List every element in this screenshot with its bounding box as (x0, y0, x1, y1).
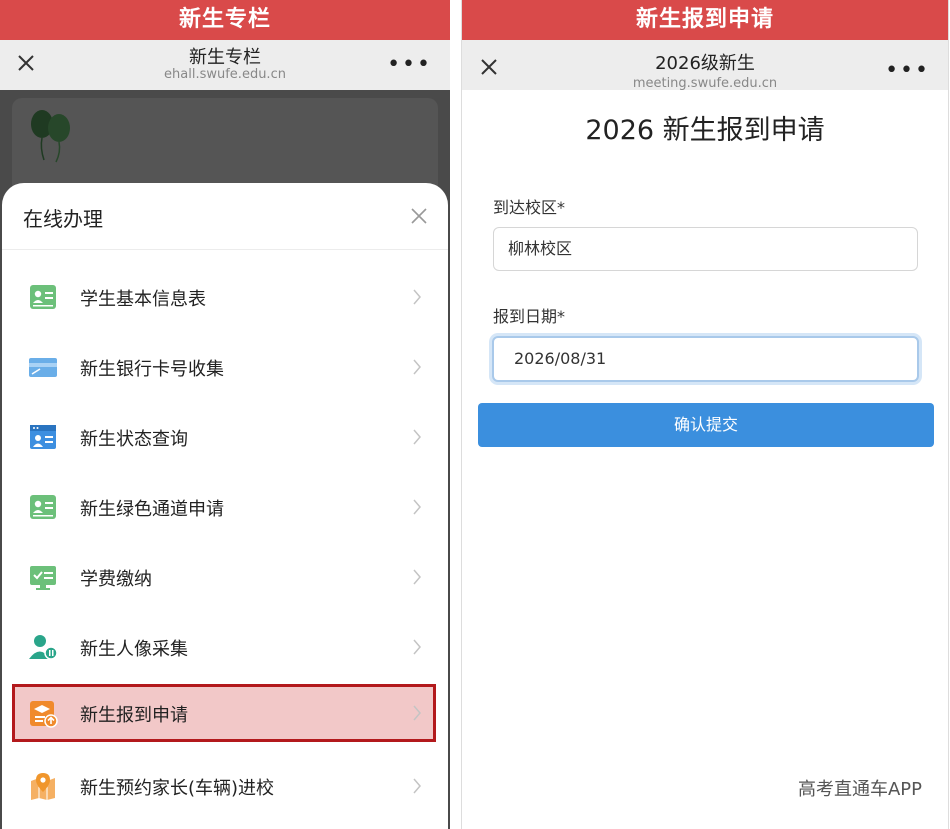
service-item-label: 新生预约家长(车辆)进校 (80, 778, 275, 799)
left-caption-banner: 新生专栏 (0, 0, 450, 40)
more-menu-icon[interactable]: ••• (885, 60, 930, 82)
chevron-right-icon (413, 705, 421, 721)
page-title: 2026级新生 (655, 53, 755, 74)
bank-card-icon (29, 358, 57, 377)
sheet-title: 在线办理 (23, 207, 103, 231)
graduation-upload-icon (30, 701, 58, 728)
right-navbar: 2026级新生 meeting.swufe.edu.cn ••• (462, 40, 948, 91)
person-portrait-icon (29, 635, 58, 660)
map-pin-icon (31, 773, 55, 800)
sheet-header: 在线办理 (2, 183, 448, 250)
service-item[interactable]: 学费缴纳 (12, 548, 436, 606)
watermark: 高考直通车APP (797, 779, 922, 800)
service-item[interactable]: 新生报到申请 (12, 684, 436, 742)
balloons-icon (31, 110, 70, 163)
chevron-right-icon (413, 569, 421, 585)
left-screen: 新生专栏 新生专栏 ehall.swufe.edu.cn ••• 在线办理 学生… (0, 0, 450, 829)
service-item[interactable]: 新生预约家长(车辆)进校 (12, 757, 436, 815)
chevron-right-icon (413, 359, 421, 375)
chevron-right-icon (413, 639, 421, 655)
form-title: 2026 新生报到申请 (585, 115, 825, 146)
service-item[interactable]: 新生人像采集 (12, 618, 436, 676)
date-field[interactable]: 2026/08/31 (492, 336, 919, 382)
chevron-right-icon (413, 499, 421, 515)
chevron-right-icon (413, 429, 421, 445)
service-item-label: 新生银行卡号收集 (80, 359, 224, 380)
more-menu-icon[interactable]: ••• (387, 54, 432, 76)
left-navbar: 新生专栏 ehall.swufe.edu.cn ••• (0, 40, 450, 90)
browser-window-icon (30, 425, 56, 449)
campus-label: 到达校区* (493, 198, 566, 217)
service-item-label: 新生人像采集 (80, 639, 188, 660)
right-screen: 新生报到申请 2026级新生 meeting.swufe.edu.cn ••• … (461, 0, 949, 829)
service-item-label: 学费缴纳 (80, 569, 152, 590)
campus-field[interactable]: 柳林校区 (493, 227, 918, 271)
id-card-icon (30, 495, 56, 519)
page-title: 新生专栏 (189, 47, 261, 68)
service-item-label: 新生状态查询 (80, 429, 188, 450)
close-icon[interactable] (410, 207, 428, 225)
right-caption-banner: 新生报到申请 (462, 0, 948, 40)
page-url: meeting.swufe.edu.cn (632, 76, 778, 91)
id-card-icon (30, 285, 56, 309)
submit-button[interactable]: 确认提交 (478, 403, 934, 447)
service-item[interactable]: 新生银行卡号收集 (12, 338, 436, 396)
date-label: 报到日期* (493, 307, 566, 326)
service-item[interactable]: 新生绿色通道申请 (12, 478, 436, 536)
service-item-label: 新生绿色通道申请 (80, 499, 224, 520)
monitor-check-icon (30, 566, 56, 590)
chevron-right-icon (413, 778, 421, 794)
chevron-right-icon (413, 289, 421, 305)
service-item-label: 新生报到申请 (80, 705, 188, 726)
service-item-label: 学生基本信息表 (80, 289, 206, 310)
service-item[interactable]: 新生状态查询 (12, 408, 436, 466)
service-item[interactable]: 学生基本信息表 (12, 268, 436, 326)
page-url: ehall.swufe.edu.cn (164, 67, 286, 82)
